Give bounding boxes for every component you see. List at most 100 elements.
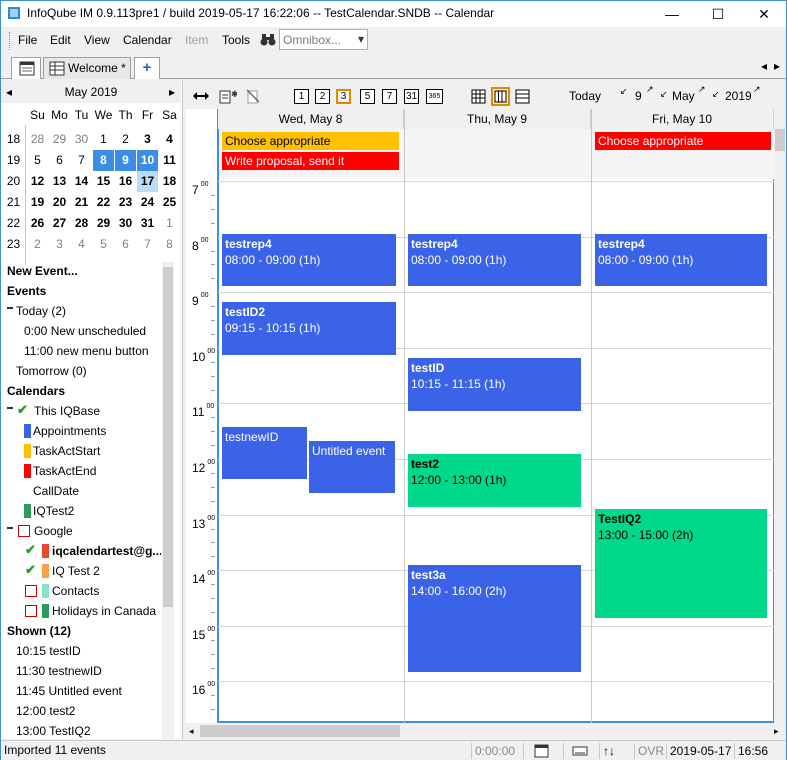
tree-tomorrow[interactable]: Tomorrow (0) [16, 361, 87, 381]
calendar-item[interactable]: CallDate [33, 481, 79, 501]
calendar-day[interactable]: 8 [159, 234, 180, 255]
calendar-day[interactable]: 12 [27, 171, 48, 192]
day-nav-up-icon[interactable]: ↗ [646, 84, 654, 95]
tab-scroll-left-icon[interactable]: ◂ [761, 59, 767, 73]
calendar-event[interactable]: test3a 14:00 - 16:00 (2h) [408, 565, 581, 672]
calendar-event[interactable]: TestIQ2 13:00 - 15:00 (2h) [595, 509, 767, 618]
calendar-event[interactable]: testrep4 08:00 - 09:00 (1h) [595, 234, 767, 286]
calendar-day[interactable]: 28 [27, 129, 48, 150]
google-calendar-item[interactable]: Holidays in Canada [52, 601, 156, 621]
view-365-day-button[interactable]: 365 [426, 89, 443, 104]
calendar-day[interactable]: 1 [159, 213, 180, 234]
left-scrollbar-thumb[interactable] [163, 267, 173, 607]
collapse-icon[interactable] [7, 307, 13, 309]
tab-welcome[interactable]: Welcome * [43, 57, 131, 79]
today-event-item[interactable]: 0:00 New unscheduled [24, 321, 146, 341]
binoculars-icon[interactable] [260, 33, 276, 47]
calendar-day[interactable]: 3 [137, 129, 158, 150]
all-day-event[interactable]: Choose appropriate [595, 132, 771, 150]
today-button[interactable]: Today [569, 89, 601, 103]
view-31-day-button[interactable]: 31 [404, 89, 419, 104]
calendar-day[interactable]: 24 [137, 192, 158, 213]
month-nav-label[interactable]: May [672, 89, 695, 103]
view-1-day-button[interactable]: 1 [294, 89, 309, 104]
day-header[interactable]: Wed, May 8 [218, 109, 404, 129]
collapse-icon[interactable] [7, 527, 13, 529]
calendar-day[interactable]: 15 [93, 171, 114, 192]
month-nav-up-icon[interactable]: ↗ [698, 84, 706, 95]
calendar-day[interactable]: 14 [71, 171, 92, 192]
day-header[interactable]: Thu, May 9 [404, 109, 591, 129]
tree-google[interactable]: Google [34, 521, 73, 541]
calendar-item[interactable]: IQTest2 [33, 501, 74, 521]
calendar-day[interactable]: 29 [93, 213, 114, 234]
shown-event-item[interactable]: 10:15 testID [16, 641, 81, 661]
shown-event-item[interactable]: 13:00 TestIQ2 [16, 721, 91, 739]
calendar-event[interactable]: testnewID [222, 427, 307, 479]
menu-view[interactable]: View [84, 33, 110, 47]
scroll-right-icon[interactable]: ▸ [774, 726, 779, 737]
calendar-day[interactable]: 25 [159, 192, 180, 213]
calendar-day[interactable]: 27 [49, 213, 70, 234]
checkbox[interactable] [25, 585, 37, 597]
calendar-day[interactable]: 7 [137, 234, 158, 255]
day-nav-label[interactable]: 9 [635, 89, 642, 103]
calendar-day[interactable]: 4 [71, 234, 92, 255]
tree-today[interactable]: Today (2) [16, 301, 66, 321]
calendar-day[interactable]: 4 [159, 129, 180, 150]
google-calendar-item[interactable]: iqcalendartest@g... [52, 541, 161, 561]
status-keyboard-cell[interactable] [563, 743, 597, 759]
grid-view-icon[interactable] [471, 89, 486, 104]
calendar-day[interactable]: 5 [27, 150, 48, 171]
minimize-button[interactable]: — [649, 1, 695, 27]
calendar-event[interactable]: testID 10:15 - 11:15 (1h) [408, 358, 581, 411]
calendar-day[interactable]: 13 [49, 171, 70, 192]
menu-item[interactable]: Item [185, 33, 208, 47]
calendar-day[interactable]: 6 [49, 150, 70, 171]
calendar-item[interactable]: Appointments [33, 421, 106, 441]
calendar-day[interactable]: 6 [115, 234, 136, 255]
calendar-event[interactable]: test2 12:00 - 13:00 (1h) [408, 454, 581, 507]
add-tab-button[interactable]: + [134, 57, 160, 79]
month-nav-arrow-icon[interactable]: ↙ [660, 89, 668, 100]
new-event-icon[interactable]: ✱ [219, 88, 237, 104]
shown-event-item[interactable]: 12:00 test2 [16, 701, 75, 721]
calendar-day[interactable]: 26 [27, 213, 48, 234]
vertical-scrollbar[interactable] [774, 109, 786, 723]
calendar-item[interactable]: TaskActEnd [33, 461, 96, 481]
menu-tools[interactable]: Tools [222, 33, 250, 47]
collapse-icon[interactable] [7, 407, 13, 409]
rows-view-icon[interactable] [515, 89, 530, 104]
checkmark-icon[interactable]: ✔ [17, 402, 28, 418]
calendar-day[interactable]: 30 [71, 129, 92, 150]
omnibox-input[interactable]: Omnibox... ▾ [279, 29, 368, 50]
scroll-left-icon[interactable]: ◂ [189, 726, 194, 737]
calendar-day[interactable]: 21 [71, 192, 92, 213]
calendar-day[interactable]: 11 [159, 150, 180, 171]
all-day-event[interactable]: Write proposal, send it [222, 152, 399, 170]
calendar-day[interactable]: 5 [93, 234, 114, 255]
expand-horizontal-icon[interactable] [192, 89, 210, 103]
sort-arrows-icon[interactable]: ↑↓ [599, 743, 632, 759]
calendar-day[interactable]: 29 [49, 129, 70, 150]
calendar-day[interactable]: 1 [93, 129, 114, 150]
shown-event-item[interactable]: 11:30 testnewID [16, 661, 102, 681]
status-calendar-cell[interactable] [523, 743, 561, 759]
view-3-day-button[interactable]: 3 [336, 89, 351, 104]
calendar-day[interactable]: 28 [71, 213, 92, 234]
calendar-day[interactable]: 2 [115, 129, 136, 150]
google-calendar-item[interactable]: IQ Test 2 [52, 561, 100, 581]
calendar-day[interactable]: 8 [93, 150, 114, 171]
checkmark-icon[interactable]: ✔ [25, 542, 36, 558]
today-event-item[interactable]: 11:00 new menu button [24, 341, 149, 361]
calendar-event[interactable]: testrep4 08:00 - 09:00 (1h) [408, 234, 581, 286]
calendar-day[interactable]: 17 [137, 171, 158, 192]
new-event-link[interactable]: New Event... [7, 261, 78, 281]
calendar-day[interactable]: 10 [137, 150, 158, 171]
calendar-item[interactable]: TaskActStart [33, 441, 100, 461]
shown-event-item[interactable]: 11:45 Untitled event [16, 681, 122, 701]
tab-calendar[interactable] [11, 57, 41, 79]
calendar-day[interactable]: 31 [137, 213, 158, 234]
horizontal-scrollbar[interactable]: ◂ ▸ [186, 723, 786, 739]
calendar-day[interactable]: 30 [115, 213, 136, 234]
